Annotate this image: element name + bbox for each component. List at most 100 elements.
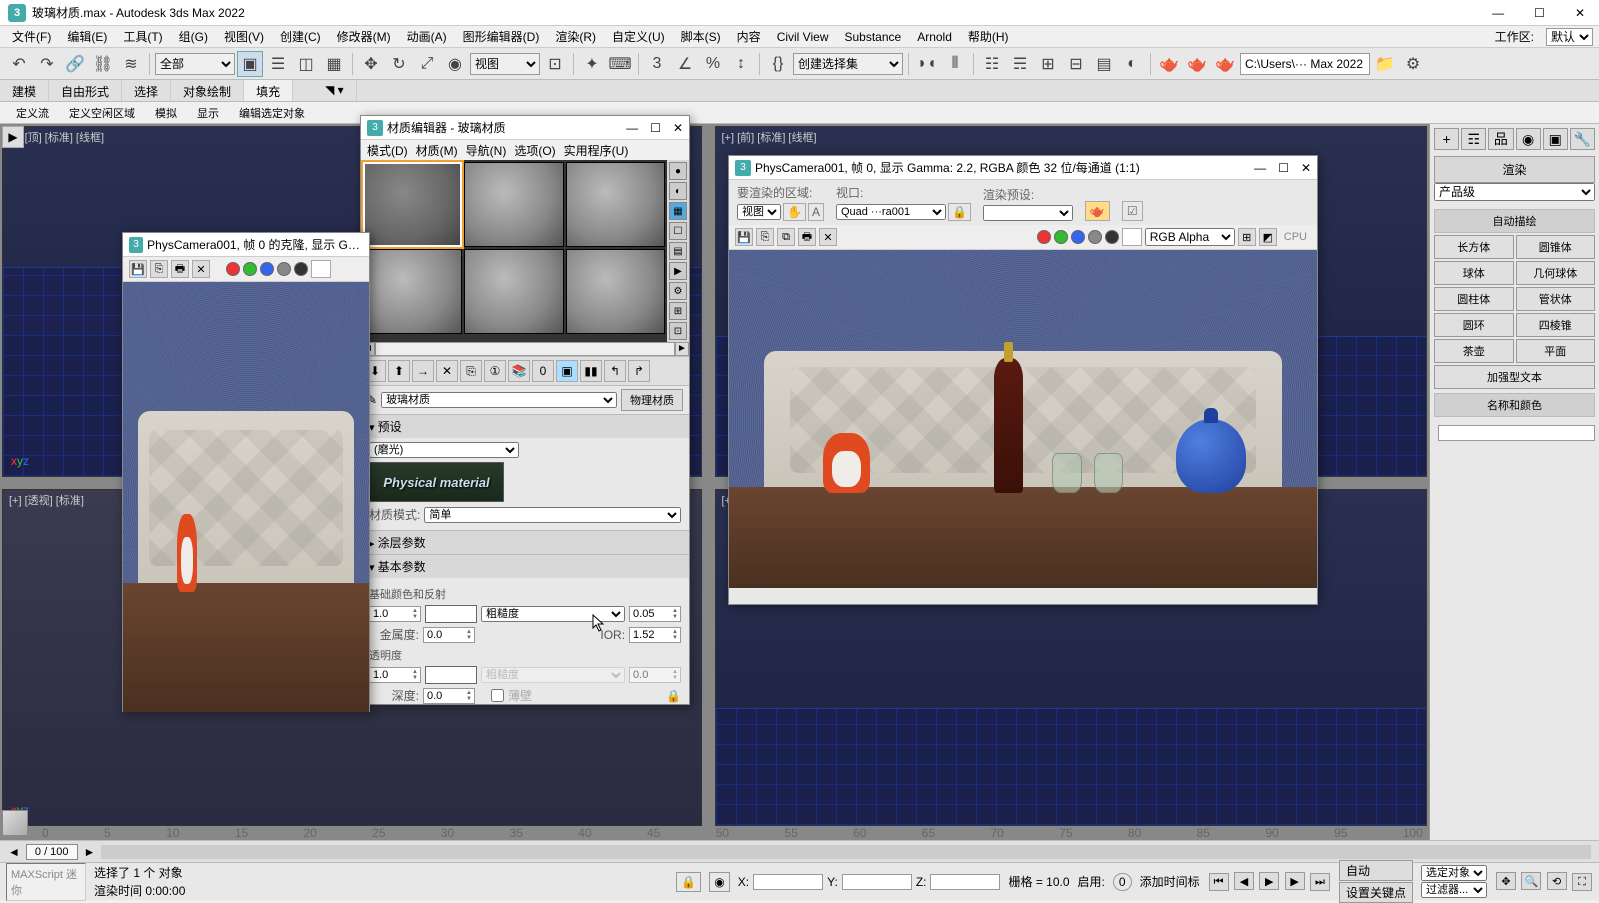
channel-red[interactable]: [226, 262, 240, 276]
lock-selection-icon[interactable]: 🔒: [676, 872, 701, 892]
rollout-basic[interactable]: ▾ 基本参数: [361, 555, 689, 578]
matmode-select[interactable]: 简单: [424, 507, 681, 523]
channel-swatch[interactable]: [1122, 228, 1142, 246]
menu-customize[interactable]: 自定义(U): [606, 26, 671, 47]
channel-alpha[interactable]: [1088, 230, 1102, 244]
select-name-button[interactable]: ☰: [265, 51, 291, 77]
mirror-button[interactable]: ◗◖: [914, 51, 940, 77]
subribbon-idle[interactable]: 定义空闲区域: [59, 102, 145, 123]
lock-icon[interactable]: 🔒: [666, 689, 681, 703]
autogrid-header[interactable]: 自动描绘: [1434, 209, 1595, 233]
preset-select[interactable]: (磨光): [369, 442, 519, 458]
toggle-ui-icon[interactable]: ◩: [1259, 228, 1277, 246]
rotate-button[interactable]: ↻: [386, 51, 412, 77]
cmd-tab-create[interactable]: +: [1434, 128, 1459, 150]
prim-cylinder[interactable]: 圆柱体: [1434, 287, 1514, 311]
render-area-select[interactable]: 视图: [737, 204, 781, 220]
prim-torus[interactable]: 圆环: [1434, 313, 1514, 337]
material-editor-button[interactable]: ◐: [1119, 51, 1145, 77]
ribbon-tab-model[interactable]: 建模: [0, 80, 49, 101]
matmenu-util[interactable]: 实用程序(U): [564, 142, 629, 158]
z-coord-input[interactable]: [930, 874, 1000, 890]
clear-icon[interactable]: ✕: [819, 228, 837, 246]
lock-viewport-icon[interactable]: 🔒: [948, 203, 971, 221]
enable-mode-icon[interactable]: 0: [1113, 873, 1132, 891]
subribbon-editsel[interactable]: 编辑选定对象: [229, 102, 315, 123]
ref-coord-select[interactable]: 视图: [470, 53, 540, 75]
menu-script[interactable]: 脚本(S): [675, 26, 727, 47]
undo-button[interactable]: ↶: [6, 51, 32, 77]
channel-blue[interactable]: [260, 262, 274, 276]
channel-red[interactable]: [1037, 230, 1051, 244]
prim-plane[interactable]: 平面: [1516, 339, 1596, 363]
show-in-vp-icon[interactable]: ▣: [556, 360, 578, 382]
menu-view[interactable]: 视图(V): [218, 26, 270, 47]
menu-graph[interactable]: 图形编辑器(D): [457, 26, 546, 47]
align-button[interactable]: ⫴: [942, 51, 968, 77]
save-image-icon[interactable]: 💾: [129, 260, 147, 278]
place-button[interactable]: ◉: [442, 51, 468, 77]
pivot-button[interactable]: ⊡: [542, 51, 568, 77]
put-material-icon[interactable]: ⬆: [388, 360, 410, 382]
ribbon-tab-freeform[interactable]: 自由形式: [49, 80, 122, 101]
save-image-icon[interactable]: 💾: [735, 228, 753, 246]
y-coord-input[interactable]: [842, 874, 912, 890]
print-icon[interactable]: 🖶: [798, 228, 816, 246]
menu-content[interactable]: 内容: [731, 26, 767, 47]
render1-image[interactable]: [123, 282, 369, 712]
folder-button[interactable]: 📁: [1372, 51, 1398, 77]
prim-geosphere[interactable]: 几何球体: [1516, 261, 1596, 285]
selection-filter[interactable]: 全部: [155, 53, 235, 75]
channel-mono[interactable]: [294, 262, 308, 276]
material-type-button[interactable]: 物理材质: [621, 389, 683, 411]
orbit-icon[interactable]: ⟲: [1547, 872, 1567, 890]
link-button[interactable]: 🔗: [62, 51, 88, 77]
named-sel-button[interactable]: {}: [765, 51, 791, 77]
rollout-coat[interactable]: ▸ 涂层参数: [361, 531, 689, 554]
preview-icon[interactable]: ▶: [669, 262, 687, 280]
trans-roughness-spinner[interactable]: ▲▼: [629, 667, 681, 683]
material-name-select[interactable]: 玻璃材质: [381, 392, 617, 408]
material-slot-6[interactable]: [566, 249, 665, 334]
matmenu-material[interactable]: 材质(M): [416, 142, 458, 158]
manip-button[interactable]: ✦: [579, 51, 605, 77]
channel-swatch[interactable]: [311, 260, 331, 278]
matmenu-mode[interactable]: 模式(D): [367, 142, 408, 158]
layer-button[interactable]: ☷: [979, 51, 1005, 77]
base-weight-spinner[interactable]: ▲▼: [369, 606, 421, 622]
region-edit-icon[interactable]: ✋: [783, 203, 806, 221]
window-close-button[interactable]: ✕: [1569, 4, 1591, 22]
menu-create[interactable]: 创建(C): [274, 26, 327, 47]
keyboard-button[interactable]: ⌨: [607, 51, 633, 77]
menu-substance[interactable]: Substance: [838, 28, 907, 46]
render2-close[interactable]: ✕: [1301, 161, 1311, 175]
ribbon-button[interactable]: ☴: [1007, 51, 1033, 77]
channel-green[interactable]: [243, 262, 257, 276]
snap-3d-button[interactable]: 3: [644, 51, 670, 77]
viewport-nav-cube[interactable]: [2, 810, 28, 836]
go-forward-icon[interactable]: ↱: [628, 360, 650, 382]
put-to-lib-icon[interactable]: 📚: [508, 360, 530, 382]
key-target-select[interactable]: 选定对象: [1421, 865, 1487, 881]
make-copy-icon[interactable]: ⎘: [460, 360, 482, 382]
key-filter-select[interactable]: 过滤器...: [1421, 882, 1487, 898]
angle-snap-button[interactable]: ∠: [672, 51, 698, 77]
x-coord-input[interactable]: [753, 874, 823, 890]
roughness-spinner[interactable]: ▲▼: [629, 606, 681, 622]
prim-teapot[interactable]: 茶壶: [1434, 339, 1514, 363]
prim-text[interactable]: 加强型文本: [1434, 365, 1595, 389]
make-unique-icon[interactable]: ①: [484, 360, 506, 382]
schematic-button[interactable]: ⊟: [1063, 51, 1089, 77]
render-button[interactable]: 🫖: [1212, 51, 1238, 77]
cmd-tab-utility[interactable]: 🔧: [1570, 128, 1595, 150]
pan-icon[interactable]: ✥: [1496, 872, 1516, 890]
sample-uv-icon[interactable]: ☐: [669, 222, 687, 240]
curve-editor-button[interactable]: ⊞: [1035, 51, 1061, 77]
render2-image[interactable]: [729, 250, 1317, 588]
reset-material-icon[interactable]: ✕: [436, 360, 458, 382]
rollout-preset[interactable]: ▾ 预设: [361, 415, 689, 438]
print-icon[interactable]: 🖶: [171, 260, 189, 278]
base-color-swatch[interactable]: [425, 605, 477, 623]
menu-animation[interactable]: 动画(A): [401, 26, 453, 47]
scale-button[interactable]: ⤢: [414, 51, 440, 77]
